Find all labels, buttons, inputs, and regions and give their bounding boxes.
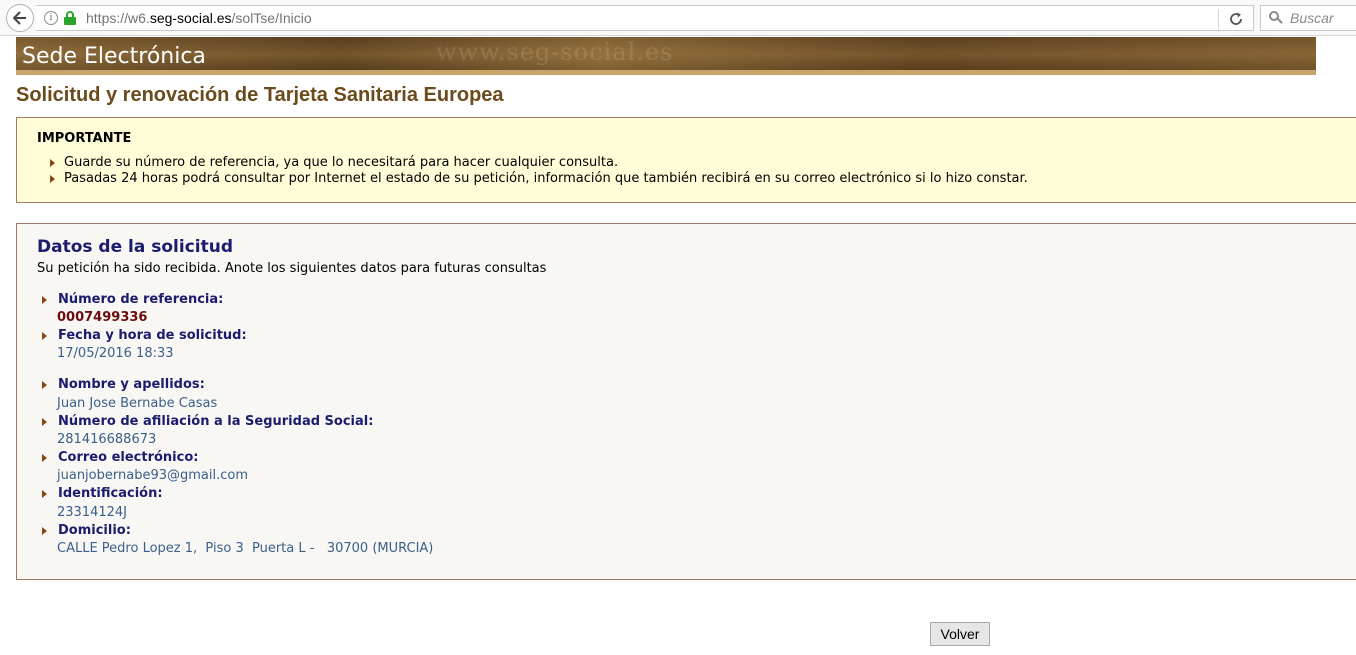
important-notice: IMPORTANTE Guarde su número de referenci… <box>16 117 1356 203</box>
banner-watermark: www.seg-social.es <box>436 38 674 66</box>
bullet-arrow-icon <box>42 489 47 498</box>
lock-icon[interactable] <box>64 11 76 25</box>
header-banner: www.seg-social.es Sede Electrónica <box>16 37 1316 75</box>
bullet-arrow-icon <box>42 526 47 535</box>
field-value-email: juanjobernabe93@gmail.com <box>57 468 248 483</box>
field-label-ssn: Número de afiliación a la Seguridad Soci… <box>42 414 373 429</box>
search-icon <box>1269 11 1283 25</box>
field-value-date: 17/05/2016 18:33 <box>57 346 174 361</box>
important-item: Guarde su número de referencia, ya que l… <box>50 155 618 170</box>
field-label-reference: Número de referencia: <box>42 292 223 307</box>
bullet-arrow-icon <box>42 380 47 389</box>
field-value-name: Juan Jose Bernabe Casas <box>57 396 218 411</box>
request-data-panel: Datos de la solicitud Su petición ha sid… <box>16 223 1356 580</box>
back-button[interactable]: Volver <box>930 622 990 646</box>
important-item: Pasadas 24 horas podrá consultar por Int… <box>50 171 1028 186</box>
request-data-title: Datos de la solicitud <box>37 237 234 257</box>
bullet-arrow-icon <box>42 295 47 304</box>
field-value-reference: 0007499336 <box>57 310 148 325</box>
bullet-arrow-icon <box>50 174 55 183</box>
field-value-address: CALLE Pedro Lopez 1, Piso 3 Puerta L - 3… <box>57 541 434 556</box>
important-heading: IMPORTANTE <box>37 131 132 146</box>
url-text[interactable]: https://w6.seg-social.es/solTse/Inicio <box>86 10 312 26</box>
field-label-email: Correo electrónico: <box>42 450 198 465</box>
field-value-ssn: 281416688673 <box>57 432 157 447</box>
info-icon[interactable]: i <box>44 11 58 25</box>
request-data-intro: Su petición ha sido recibida. Anote los … <box>37 261 547 276</box>
field-label-name: Nombre y apellidos: <box>42 377 205 392</box>
search-placeholder: Buscar <box>1290 10 1334 26</box>
url-bar[interactable]: i https://w6.seg-social.es/solTse/Inicio <box>36 5 1254 31</box>
back-arrow-icon[interactable] <box>6 4 34 32</box>
reload-icon[interactable] <box>1227 10 1245 28</box>
field-label-date: Fecha y hora de solicitud: <box>42 328 247 343</box>
bullet-arrow-icon <box>42 417 47 426</box>
important-item-text: Pasadas 24 horas podrá consultar por Int… <box>64 171 1028 186</box>
search-bar[interactable]: Buscar <box>1260 5 1356 31</box>
field-label-address: Domicilio: <box>42 523 131 538</box>
browser-toolbar: i https://w6.seg-social.es/solTse/Inicio… <box>0 0 1356 36</box>
field-label-id: Identificación: <box>42 486 163 501</box>
site-title: Sede Electrónica <box>22 44 206 69</box>
bullet-arrow-icon <box>50 158 55 167</box>
url-separator <box>1218 9 1219 29</box>
important-item-text: Guarde su número de referencia, ya que l… <box>64 155 619 170</box>
bullet-arrow-icon <box>42 331 47 340</box>
page-title: Solicitud y renovación de Tarjeta Sanita… <box>16 84 504 106</box>
bullet-arrow-icon <box>42 453 47 462</box>
field-value-id: 23314124J <box>57 505 128 520</box>
